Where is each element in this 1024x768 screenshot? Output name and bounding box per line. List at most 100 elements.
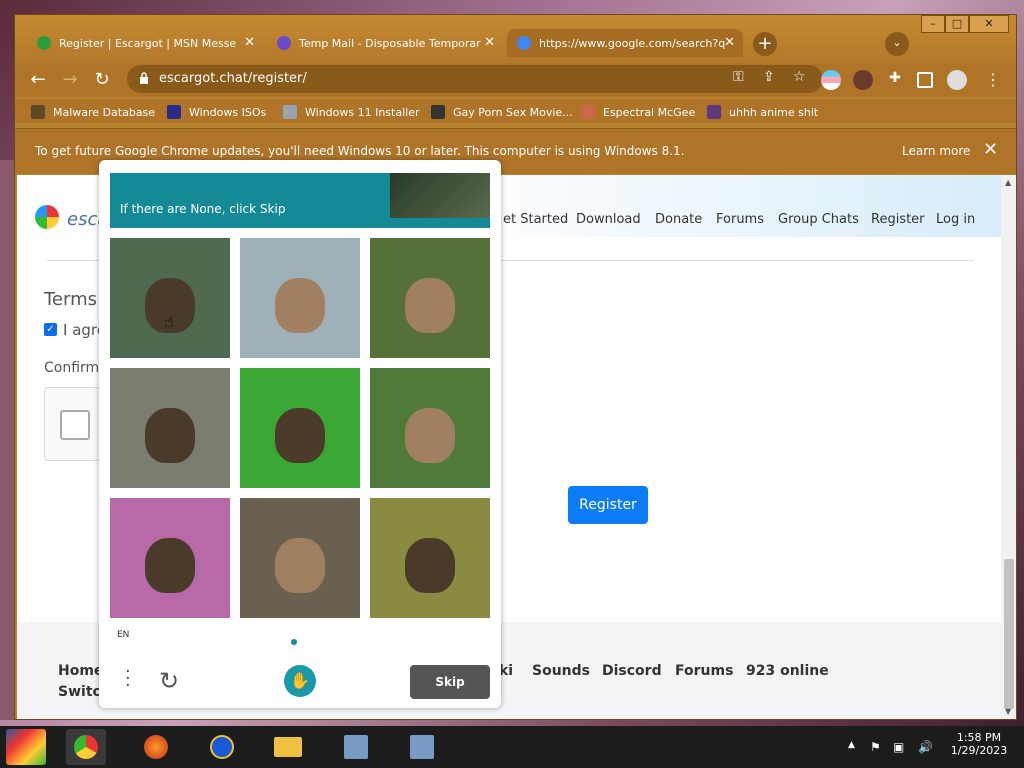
nav-download[interactable]: Download [576,212,641,227]
back-arrow-icon[interactable]: ← [27,70,49,92]
register-button[interactable]: Register [568,486,648,524]
captcha-widget [44,387,104,461]
language-selector[interactable]: EN [117,630,129,640]
tab-close-icon[interactable]: ✕ [724,35,735,50]
show-hidden-icons-icon[interactable]: ▲ [848,740,855,750]
clock-date: 1/29/2023 [950,744,1008,757]
internet-explorer-taskbar-icon[interactable] [202,729,242,765]
captcha-refresh-icon[interactable]: ↻ [159,667,179,695]
clock-time: 1:58 PM [956,731,1002,744]
agree-checkbox[interactable]: ✓ [44,323,57,336]
captcha-tile-otter[interactable] [240,368,360,488]
maximize-button[interactable]: □ [945,15,969,33]
tab-close-icon[interactable]: ✕ [484,35,495,50]
bookmark-windows-isos[interactable]: Windows ISOs [167,103,266,121]
rabbit-image [275,538,325,593]
footer-sounds[interactable]: Sounds [532,663,590,679]
page-indicator [291,639,297,645]
captcha-header: If there are None, click Skip [110,173,490,228]
captcha-tile-rabbit[interactable] [240,498,360,618]
captcha-tile-otter[interactable] [110,368,230,488]
tab-label: Temp Mail - Disposable Temporar [299,36,481,50]
hcaptcha-logo-icon[interactable]: ✋ [284,665,316,697]
menu-kebab-icon[interactable]: ⋮ [983,70,1003,90]
scroll-down-icon[interactable]: ▼ [1005,707,1011,716]
extensions-puzzle-icon[interactable]: ✚ [885,70,905,90]
captcha-tile-otter[interactable] [110,238,230,358]
footer-wiki[interactable]: ki [499,663,513,679]
skip-button[interactable]: Skip [410,665,490,699]
otter-image [275,408,325,463]
tab-search-chevron-icon[interactable]: ⌄ [885,32,909,56]
bookmark-label: Windows 11 Installer [305,105,420,119]
share-icon[interactable]: ⇪ [763,69,775,85]
hand-cursor-icon: ☝ [164,312,174,331]
captcha-example-image [390,173,490,218]
footer-discord[interactable]: Discord [602,663,662,679]
tab-escargot[interactable]: Register | Escargot | MSN Messe ✕ [27,29,263,57]
tab-google-search[interactable]: https://www.google.com/search?q ✕ [507,29,743,57]
learn-more-link[interactable]: Learn more [902,144,970,158]
bookmark-gay-porn[interactable]: Gay Porn Sex Movie... [431,103,573,121]
footer-home[interactable]: Home [58,663,103,679]
reload-icon[interactable]: ↻ [91,70,113,92]
captcha-tile-otter[interactable] [370,498,490,618]
profile-avatar-icon[interactable] [947,70,967,90]
google-favicon-icon [517,36,531,50]
extension-avatar-icon[interactable] [853,70,873,90]
nav-register[interactable]: Register [871,212,925,227]
url-text: escargot.chat/register/ [159,71,307,86]
malware-bookmark-icon [31,105,45,119]
address-bar[interactable]: escargot.chat/register/ ⚿ ⇪ ☆ [127,65,823,93]
network-icon[interactable]: ▣ [893,740,904,754]
terms-heading: Terms [44,289,98,310]
bookmark-windows-11-installer[interactable]: Windows 11 Installer [283,103,420,121]
volume-icon[interactable]: 🔊 [918,740,933,754]
page-scrollbar[interactable]: ▲ ▼ [1001,175,1016,719]
bookmark-espectral-mcgee[interactable]: Espectral McGee [581,103,695,121]
scroll-up-icon[interactable]: ▲ [1005,178,1011,187]
footer-forums[interactable]: Forums [675,663,733,679]
lock-icon [140,72,148,84]
captcha-menu-icon[interactable]: · · · [125,663,131,695]
confirm-label: Confirm [44,360,100,376]
bookmark-label: Malware Database [53,105,156,119]
bookmark-malware-database[interactable]: Malware Database [31,103,155,121]
tab-temp-mail[interactable]: Temp Mail - Disposable Temporar ✕ [267,29,503,57]
infobar-close-icon[interactable]: ✕ [983,139,998,160]
captcha-tile-rabbit[interactable] [370,238,490,358]
action-center-flag-icon[interactable]: ⚑ [870,740,881,754]
installer-icon [283,105,297,119]
minimize-button[interactable]: – [921,15,945,33]
installer-taskbar-icon[interactable] [402,729,442,765]
bookmark-anime[interactable]: uhhh anime shit [707,103,818,121]
nav-group-chats[interactable]: Group Chats [778,212,859,227]
close-window-button[interactable]: ✕ [969,15,1009,33]
start-button-icon[interactable] [6,729,46,765]
side-panel-icon[interactable] [917,72,933,88]
nav-get-started[interactable]: et Started [503,212,568,227]
tab-close-icon[interactable]: ✕ [244,35,255,50]
chrome-taskbar-icon[interactable] [66,729,106,765]
installer-taskbar-icon[interactable] [336,729,376,765]
extension-flag-icon[interactable] [821,70,841,90]
star-icon[interactable]: ☆ [793,69,806,85]
escargot-logo-icon[interactable] [35,205,59,229]
file-explorer-taskbar-icon[interactable] [268,729,308,765]
firefox-taskbar-icon[interactable] [136,729,176,765]
key-icon[interactable]: ⚿ [733,69,744,85]
captcha-instruction: If there are None, click Skip [120,202,286,216]
nav-log-in[interactable]: Log in [936,212,975,227]
captcha-checkbox[interactable] [60,410,90,440]
nav-donate[interactable]: Donate [655,212,702,227]
captcha-tile-rabbit[interactable] [370,368,490,488]
infobar-message: To get future Google Chrome updates, you… [35,144,685,158]
captcha-tile-otter[interactable] [110,498,230,618]
scrollbar-thumb[interactable] [1004,559,1014,709]
nav-forums[interactable]: Forums [716,212,764,227]
taskbar-clock[interactable]: 1:58 PM 1/29/2023 [948,731,1010,757]
escargot-favicon-icon [37,36,51,50]
new-tab-button[interactable]: + [753,32,777,56]
forward-arrow-icon[interactable]: → [59,70,81,92]
captcha-tile-rabbit[interactable] [240,238,360,358]
